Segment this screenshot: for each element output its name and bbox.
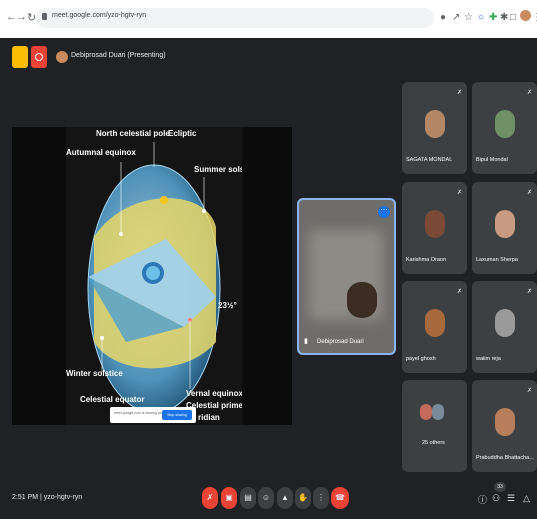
puzzle-icon[interactable]: ✱ xyxy=(500,12,508,23)
participant-tile[interactable]: ✗ SAGATA MONDAL xyxy=(402,82,467,174)
participant-photo xyxy=(420,404,432,420)
lock-icon xyxy=(42,13,47,20)
notes-icon[interactable] xyxy=(12,46,28,68)
participant-tile[interactable]: ✗ Bipul Mondal xyxy=(472,82,537,174)
stop-presenting-icon[interactable] xyxy=(31,46,47,68)
raise-hand-button[interactable]: ✋ xyxy=(295,487,311,509)
leave-call-button[interactable]: ☎ xyxy=(331,487,349,509)
participant-tile[interactable]: ✗ Laxuman Sherpa xyxy=(472,182,537,274)
extension-icon[interactable]: ○ xyxy=(478,12,484,23)
mic-off-icon: ✗ xyxy=(456,289,462,295)
label-angle: 23½° xyxy=(218,301,237,310)
participant-photo xyxy=(425,110,445,138)
participant-name: SAGATA MONDAL xyxy=(406,157,453,163)
address-bar[interactable]: meet.google.com/yzo-hgtv-ryn xyxy=(36,8,434,28)
info-icon[interactable]: ⓘ xyxy=(478,493,487,506)
others-tile[interactable]: 25 others xyxy=(402,380,467,472)
mic-off-icon: ✗ xyxy=(526,190,532,196)
forward-icon[interactable]: → xyxy=(16,11,27,23)
present-button[interactable]: ▲ xyxy=(277,487,293,509)
people-count-badge: 33 xyxy=(494,482,506,492)
participant-photo xyxy=(495,309,515,337)
mic-off-icon: ✗ xyxy=(456,90,462,96)
participant-name: Debiprosad Duari xyxy=(317,339,364,345)
sharing-notification-bar: meet.google.com is sharing your screen. … xyxy=(110,407,196,423)
label-celestial-equator: Celestial equator xyxy=(80,395,145,404)
more-options-icon[interactable]: ⋯ xyxy=(378,206,390,218)
participant-name: Prabuddha Bhattacha... xyxy=(476,455,534,461)
sidepanel-icon[interactable]: □ xyxy=(510,12,516,23)
emoji-button[interactable]: ☺ xyxy=(258,487,274,509)
presenter-face xyxy=(347,282,377,318)
participant-photo xyxy=(425,309,445,337)
meeting-topbar: Debiprosad Duari (Presenting) xyxy=(0,38,537,78)
participant-tile[interactable]: ✗ payel ghosh xyxy=(402,281,467,373)
camera-off-button[interactable]: ▣ xyxy=(221,487,237,509)
participant-photo xyxy=(425,210,445,238)
pin-icon[interactable]: ▮ xyxy=(304,337,308,345)
mic-off-icon: ✗ xyxy=(526,90,532,96)
others-count-label: 25 others xyxy=(422,440,445,446)
participant-name: Laxuman Sherpa xyxy=(476,257,518,263)
activities-icon[interactable]: △ xyxy=(523,493,530,504)
mic-off-button[interactable]: ✗ xyxy=(202,487,218,509)
label-autumnal-equinox: Autumnal equinox xyxy=(66,148,136,157)
participant-photo xyxy=(495,110,515,138)
participant-name: waiim reja xyxy=(476,356,501,362)
share-icon[interactable]: ↗ xyxy=(452,12,460,23)
label-vernal-equinox: Vernal equinox xyxy=(186,389,242,398)
mic-off-icon: ✗ xyxy=(526,388,532,394)
mic-off-icon: ✗ xyxy=(526,289,532,295)
chat-icon[interactable]: ☰ xyxy=(507,493,515,504)
stop-sharing-button[interactable]: Stop sharing xyxy=(162,410,192,420)
label-meridian: ridian xyxy=(198,413,220,422)
participant-name: payel ghosh xyxy=(406,356,436,362)
participant-tile[interactable]: ✗ waiim reja xyxy=(472,281,537,373)
presenter-title: Debiprosad Duari (Presenting) xyxy=(71,52,166,59)
more-options-button[interactable]: ⋮ xyxy=(313,487,329,509)
meeting-time-code: 2:51 PM | yzo-hgtv-ryn xyxy=(12,494,83,501)
presenter-avatar xyxy=(56,51,68,63)
participant-photo xyxy=(432,404,444,420)
bookmark-star-icon[interactable]: ☆ xyxy=(464,12,473,23)
browser-toolbar: ← → ↻ meet.google.com/yzo-hgtv-ryn ● ↗ ☆… xyxy=(0,0,537,39)
captions-button[interactable]: ▤ xyxy=(240,487,256,509)
people-icon[interactable]: ⚇ xyxy=(492,493,500,504)
reload-icon[interactable]: ↻ xyxy=(27,11,36,24)
cast-icon[interactable]: ● xyxy=(440,12,446,23)
meeting-controls-bar: 2:51 PM | yzo-hgtv-ryn ✗ ▣ ▤ ☺ ▲ ✋ ⋮ ☎ ⓘ… xyxy=(0,478,537,519)
profile-avatar[interactable] xyxy=(520,10,531,21)
presentation-slide: North celestial pole Ecliptic Autumnal e… xyxy=(66,127,242,425)
participant-photo xyxy=(495,408,515,436)
participant-name: Bipul Mondal xyxy=(476,157,508,163)
participant-tile[interactable]: ✗ Prabuddha Bhattacha... xyxy=(472,380,537,472)
label-ecliptic: Ecliptic xyxy=(168,129,197,138)
presenter-video-tile[interactable]: ⋯ ▮ Debiprosad Duari xyxy=(297,198,396,355)
menu-icon[interactable]: ⋮ xyxy=(532,12,537,23)
participant-name: Karishma Oraon xyxy=(406,257,447,263)
label-north-pole: North celestial pole xyxy=(96,129,170,138)
extension-icon[interactable]: ✚ xyxy=(489,12,497,23)
url-text: meet.google.com/yzo-hgtv-ryn xyxy=(52,12,147,19)
mic-off-icon: ✗ xyxy=(456,190,462,196)
label-winter-solstice: Winter solstice xyxy=(66,369,123,378)
participant-tile[interactable]: ✗ Karishma Oraon xyxy=(402,182,467,274)
participant-photo xyxy=(495,210,515,238)
label-summer-solstice: Summer solstice xyxy=(194,165,242,174)
